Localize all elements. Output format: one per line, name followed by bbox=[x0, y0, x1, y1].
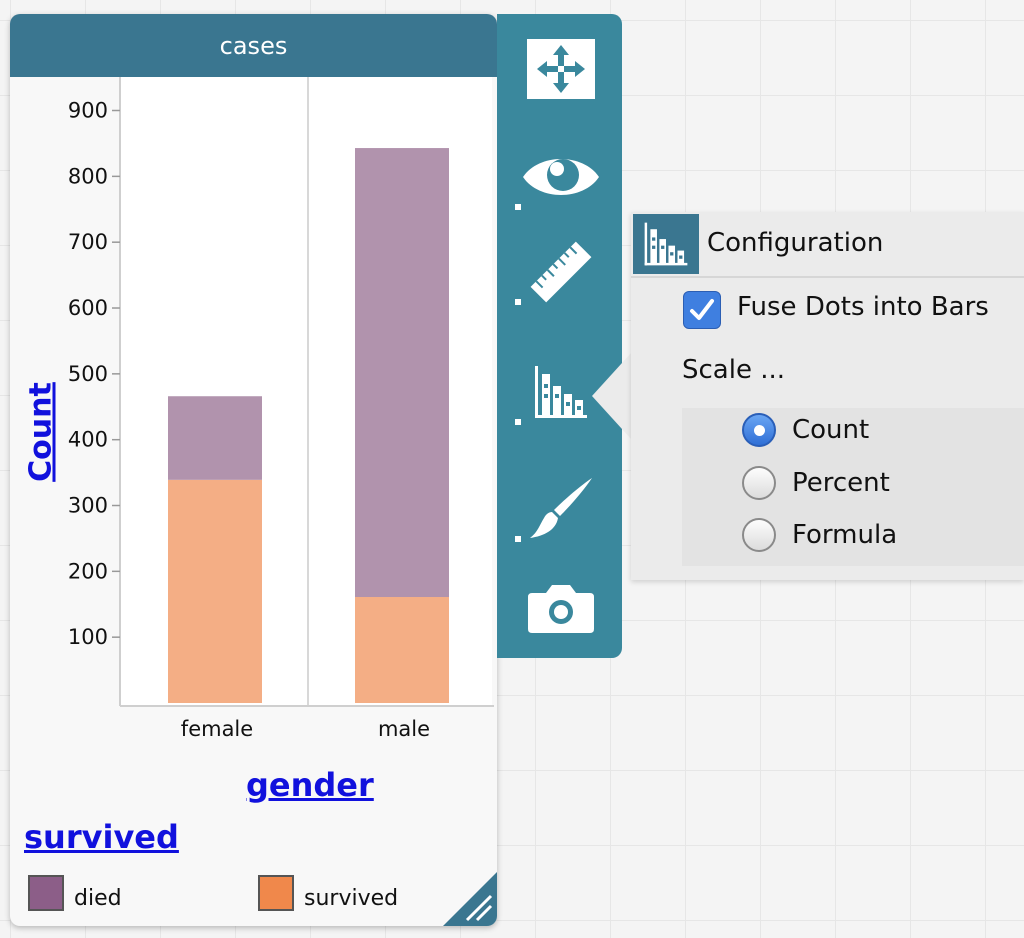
graph-tile[interactable]: cases 100 200 300 400 500 600 700 800 900 female m… bbox=[10, 14, 497, 926]
bar-female-survived[interactable] bbox=[168, 479, 262, 703]
bar-female-died[interactable] bbox=[168, 396, 262, 480]
y-tick-label: 300 bbox=[68, 494, 108, 518]
scale-option-formula[interactable]: Formula bbox=[742, 518, 897, 552]
legend-item-survived[interactable]: survived bbox=[258, 874, 398, 911]
y-tick-label: 200 bbox=[68, 559, 108, 583]
scale-radio-group: Count Percent Formula bbox=[682, 408, 1024, 566]
resize-handle[interactable] bbox=[443, 872, 497, 926]
fuse-dots-checkbox[interactable] bbox=[683, 291, 721, 329]
scale-option-label: Percent bbox=[792, 468, 890, 498]
tool-corner-marker bbox=[515, 419, 521, 425]
legend-swatch-died bbox=[28, 874, 64, 911]
configuration-panel: Configuration Fuse Dots into Bars Scale … bbox=[631, 212, 1024, 580]
legend-label-survived: survived bbox=[304, 886, 399, 911]
y-axis-attribute[interactable]: Count bbox=[24, 382, 59, 482]
fuse-dots-label[interactable]: Fuse Dots into Bars bbox=[737, 292, 989, 322]
config-title: Configuration bbox=[707, 228, 884, 258]
scale-option-label: Count bbox=[792, 415, 870, 445]
legend-item-died[interactable]: died bbox=[28, 874, 122, 911]
y-tick-label: 800 bbox=[68, 164, 108, 188]
bar-chart-icon bbox=[644, 222, 688, 266]
radio-button[interactable] bbox=[742, 518, 776, 552]
legend-attribute[interactable]: survived bbox=[24, 818, 179, 856]
hide-show-tool-button[interactable] bbox=[511, 132, 611, 222]
bar-chart: 100 200 300 400 500 600 700 800 900 female male bbox=[68, 77, 494, 741]
y-tick-label: 100 bbox=[68, 625, 108, 649]
y-tick-label: 400 bbox=[68, 428, 108, 452]
move-icon bbox=[527, 39, 595, 99]
eye-icon bbox=[523, 159, 599, 195]
camera-tool-button[interactable] bbox=[511, 562, 611, 652]
measure-tool-button[interactable] bbox=[511, 227, 611, 317]
brush-icon bbox=[530, 478, 592, 538]
style-tool-button[interactable] bbox=[511, 464, 611, 554]
bar-male-survived[interactable] bbox=[355, 597, 449, 703]
inspector-panel bbox=[497, 14, 622, 658]
camera-icon bbox=[528, 585, 594, 633]
scale-option-count[interactable]: Count bbox=[742, 413, 869, 447]
scale-label: Scale ... bbox=[682, 355, 786, 385]
x-tick-label: female bbox=[181, 717, 253, 741]
x-tick-label: male bbox=[378, 717, 430, 741]
y-tick-label: 700 bbox=[68, 230, 108, 254]
scale-option-percent[interactable]: Percent bbox=[742, 466, 890, 500]
y-tick-label: 600 bbox=[68, 296, 108, 320]
scale-option-label: Formula bbox=[792, 520, 898, 550]
legend-label-died: died bbox=[74, 886, 122, 911]
bar-male-died[interactable] bbox=[355, 148, 449, 598]
bar-chart-icon bbox=[535, 366, 587, 418]
x-axis-attribute[interactable]: gender bbox=[246, 766, 374, 804]
radio-button[interactable] bbox=[742, 413, 776, 447]
config-panel-pointer bbox=[592, 352, 632, 440]
config-header-icon-box bbox=[633, 214, 699, 274]
tool-corner-marker bbox=[515, 299, 521, 305]
legend-swatch-survived bbox=[258, 874, 294, 911]
tool-corner-marker bbox=[515, 204, 521, 210]
y-tick-label: 900 bbox=[68, 99, 108, 123]
ruler-icon bbox=[530, 241, 592, 303]
tool-corner-marker bbox=[515, 536, 521, 542]
move-tool-button[interactable] bbox=[511, 24, 611, 114]
y-tick-label: 500 bbox=[68, 362, 108, 386]
checkmark-icon bbox=[690, 299, 714, 320]
config-header: Configuration bbox=[631, 212, 1024, 278]
radio-button[interactable] bbox=[742, 466, 776, 500]
